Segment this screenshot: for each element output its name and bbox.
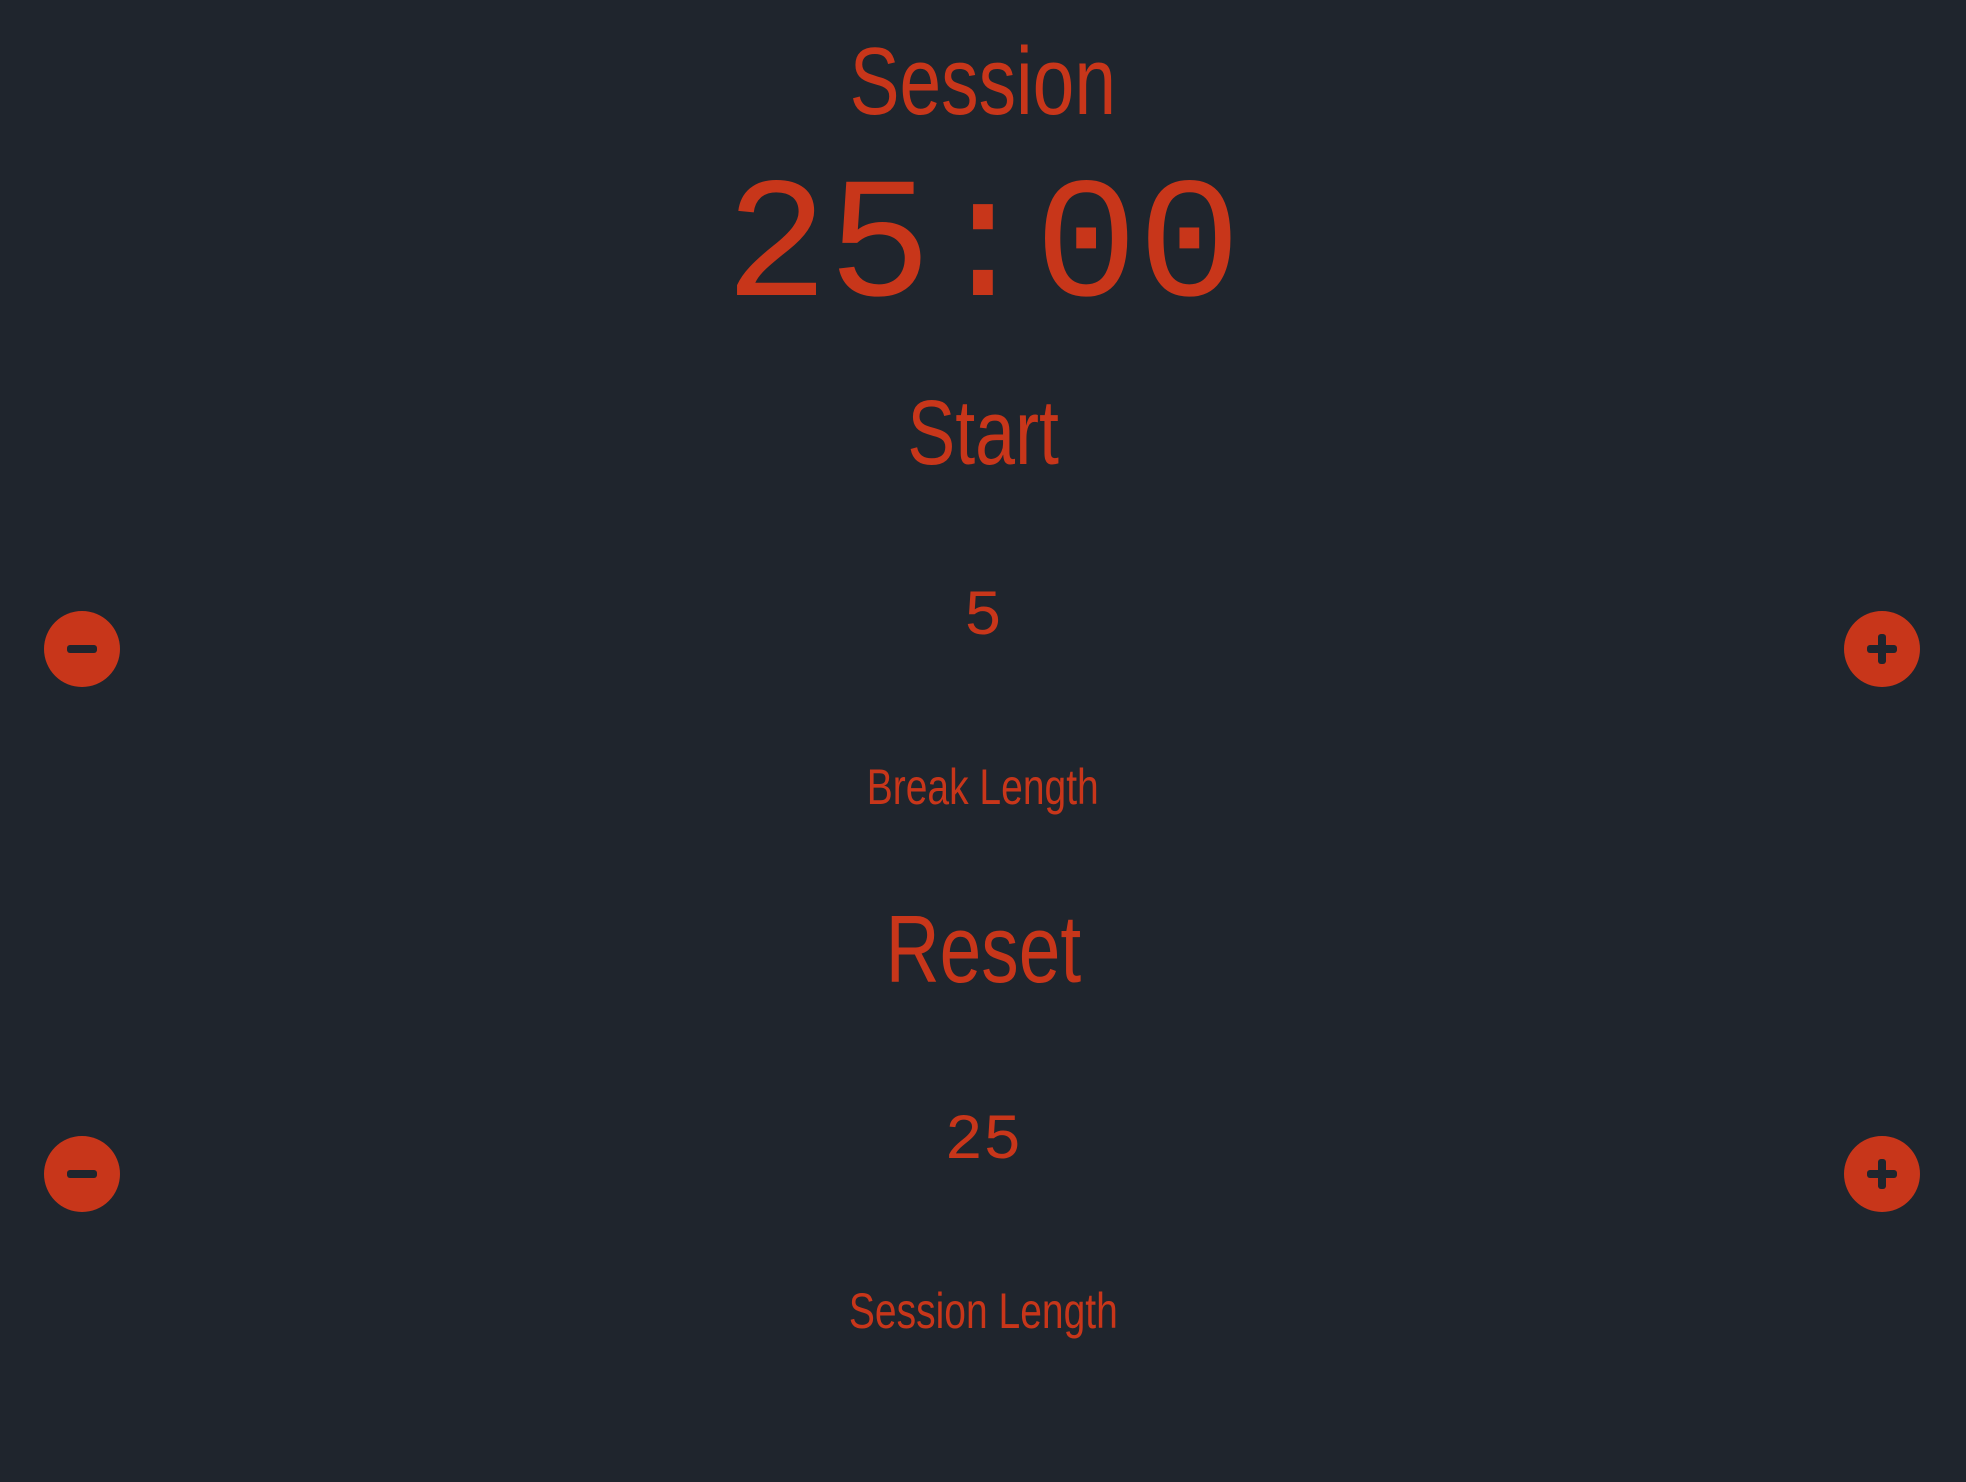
break-length-value: 5: [963, 582, 1003, 654]
start-button[interactable]: Start: [0, 378, 1966, 488]
session-increment-button[interactable]: [1844, 1136, 1920, 1212]
timer-mode-text: Session: [849, 28, 1117, 135]
session-length-value: 25: [944, 1106, 1022, 1178]
reset-button-label: Reset: [885, 896, 1081, 1003]
timer-mode-label: Session: [0, 22, 1966, 142]
start-button-label: Start: [907, 382, 1059, 484]
session-length-label: Session Length: [0, 1280, 1966, 1342]
timer-display: 25:00: [724, 152, 1242, 347]
break-length-label: Break Length: [0, 756, 1966, 818]
session-length-label-text: Session Length: [848, 1283, 1118, 1339]
break-increment-button[interactable]: [1844, 611, 1920, 687]
break-length-label-text: Break Length: [866, 759, 1100, 815]
reset-button[interactable]: Reset: [0, 892, 1966, 1008]
